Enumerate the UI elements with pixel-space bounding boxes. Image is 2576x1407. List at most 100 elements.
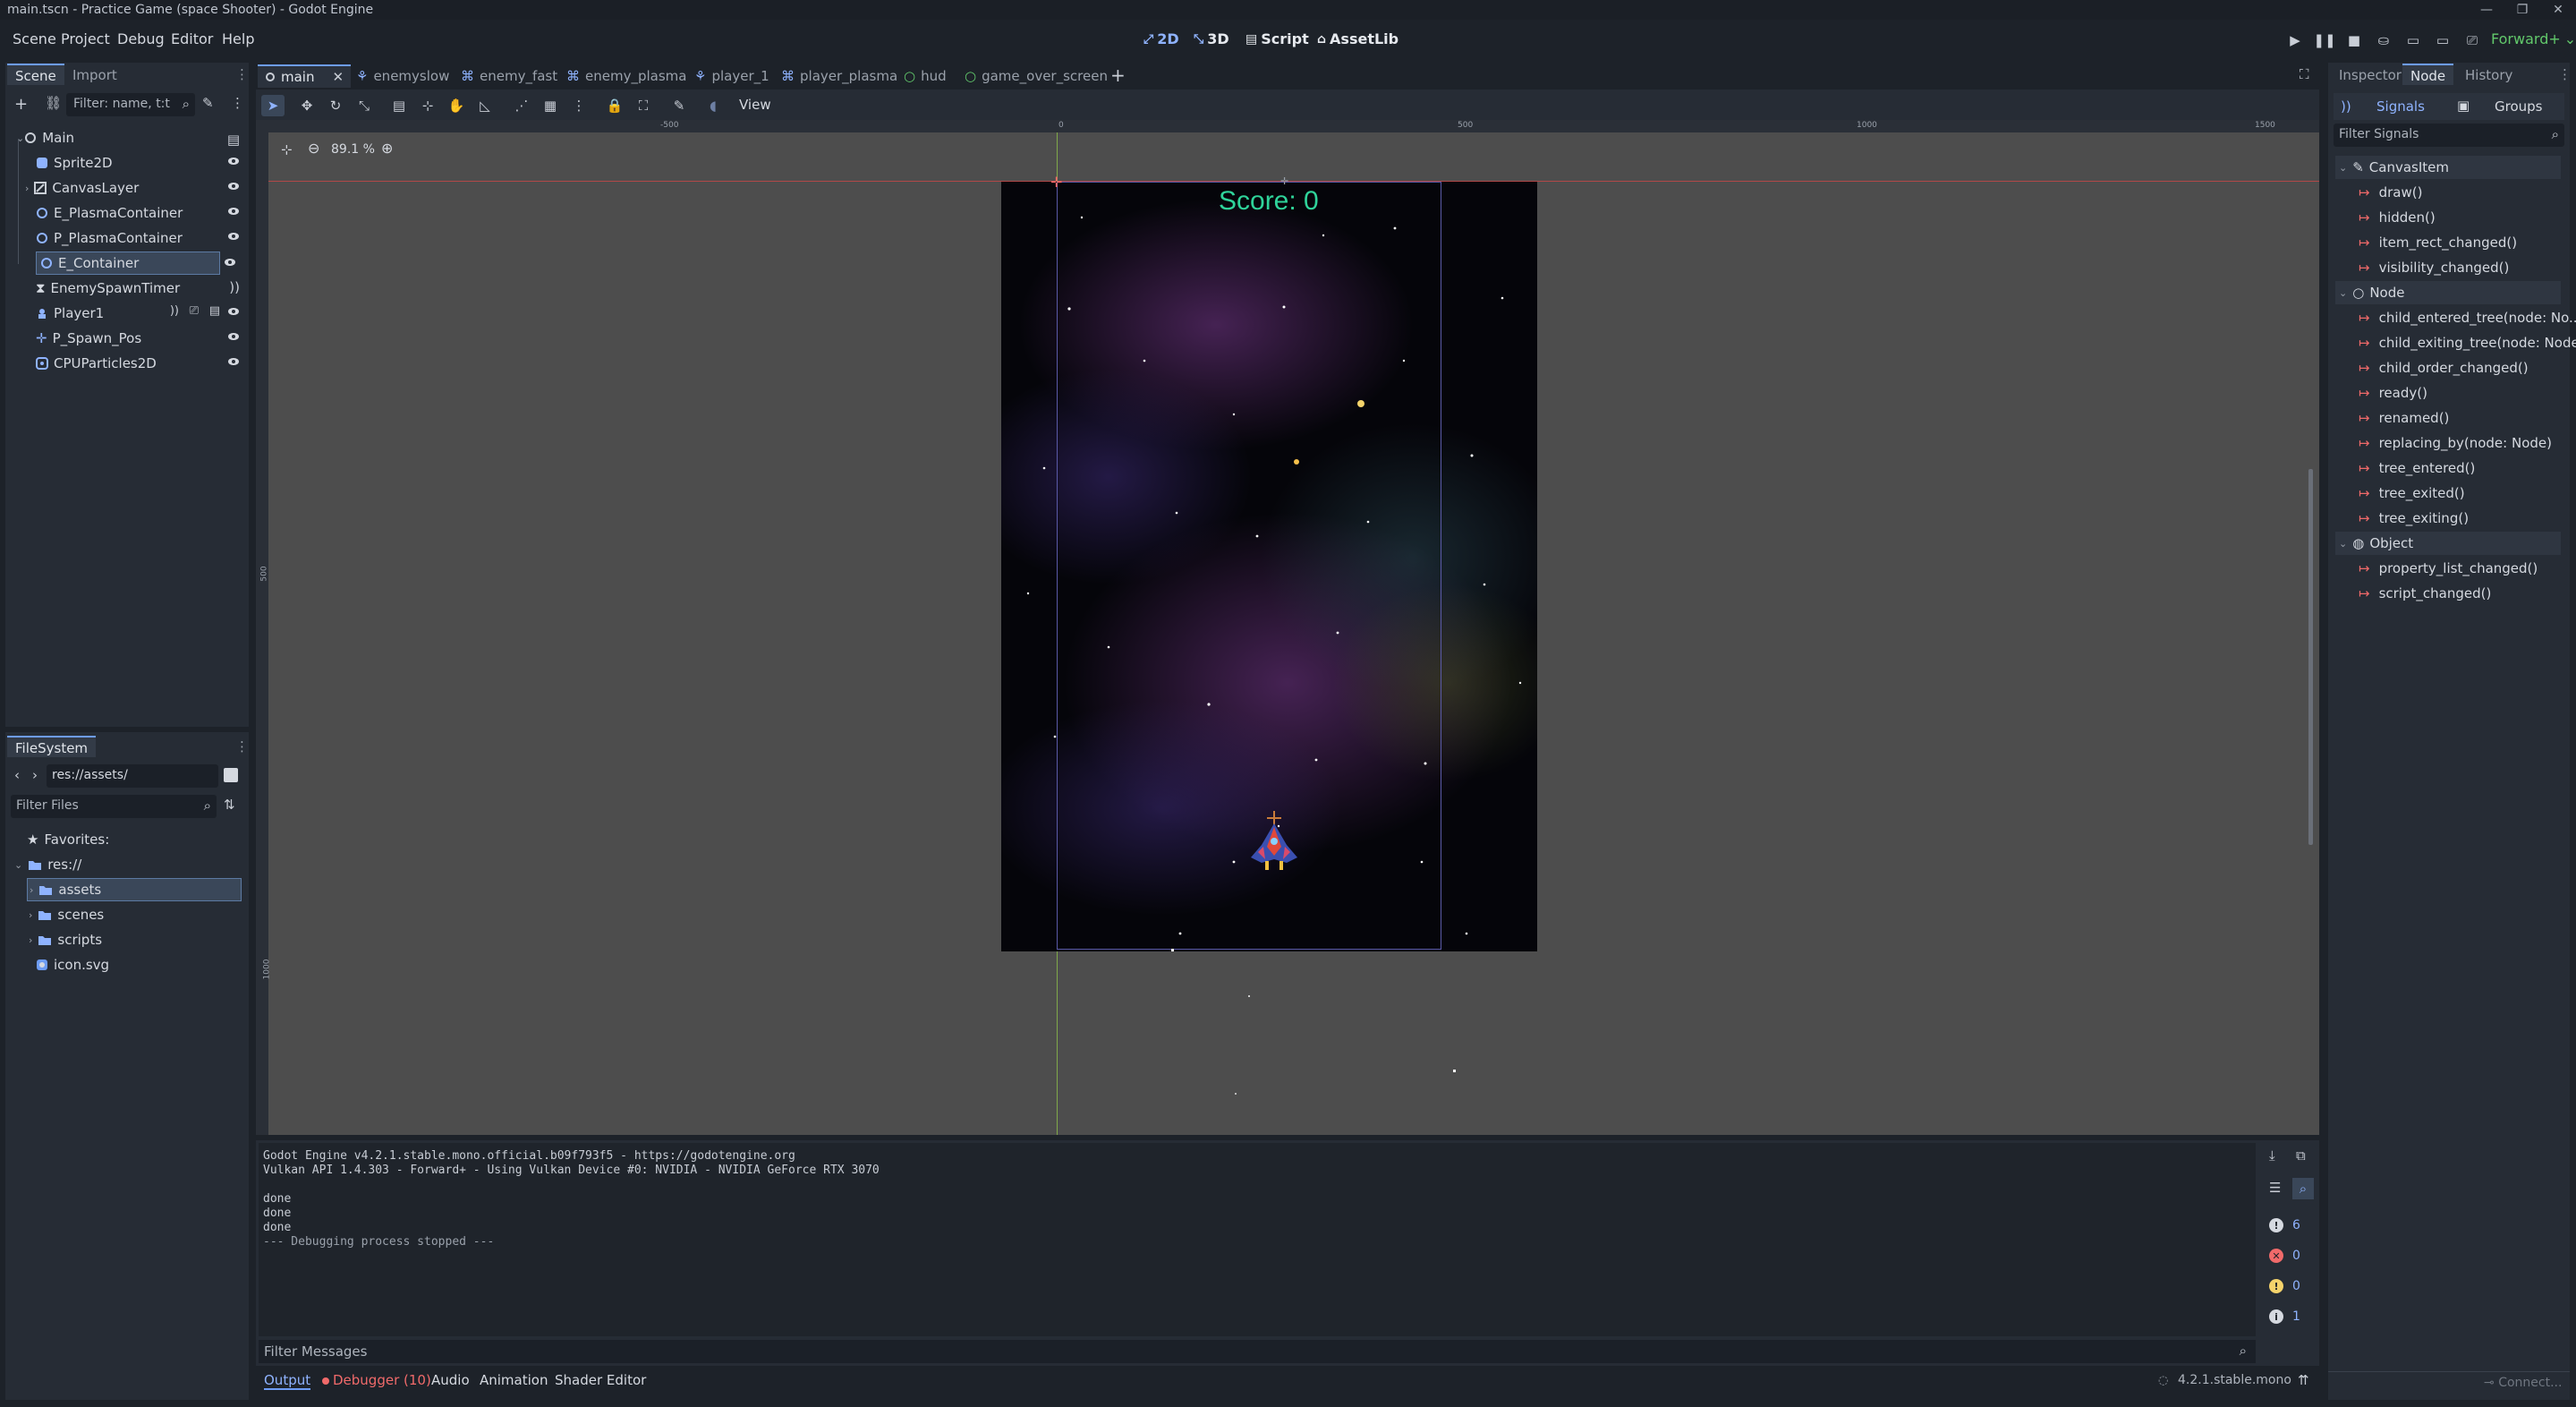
grid-snap-icon[interactable]: ▦ xyxy=(539,95,562,116)
play-custom-scene-icon[interactable]: ▭ xyxy=(2429,29,2456,52)
viewport-scrollbar[interactable] xyxy=(2308,469,2313,845)
remote-debug-icon[interactable]: ⛀ xyxy=(2370,29,2397,52)
tree-node-player1[interactable]: Player1 )) ⎚ ▤ xyxy=(36,302,245,325)
visibility-eye-icon[interactable] xyxy=(227,307,240,316)
zoom-level[interactable]: 89.1 % xyxy=(331,142,375,157)
workspace-2d-button[interactable]: ⤢ 2D xyxy=(1143,30,1179,47)
dock-menu-icon[interactable]: ⋮ xyxy=(235,738,249,755)
workspace-assetlib-button[interactable]: ⌂ AssetLib xyxy=(1317,30,1399,47)
visibility-eye-icon[interactable] xyxy=(227,182,240,191)
expand-panel-icon[interactable]: ⇈ xyxy=(2298,1372,2309,1388)
tab-inspector[interactable]: Inspector xyxy=(2331,64,2410,86)
workspace-3d-button[interactable]: ⤡ 3D xyxy=(1194,30,1229,47)
dock-menu-icon[interactable]: ⋮ xyxy=(235,66,249,82)
tree-node-sprite2d[interactable]: Sprite2D xyxy=(36,151,245,175)
tab-signals[interactable]: Signals xyxy=(2376,98,2425,115)
tree-node-canvaslayer[interactable]: › CanvasLayer xyxy=(25,176,245,200)
signal-item[interactable]: ↦ hidden() xyxy=(2359,206,2576,229)
tab-filesystem[interactable]: FileSystem xyxy=(7,736,97,757)
tab-shader-editor[interactable]: Shader Editor xyxy=(555,1372,646,1388)
script-icon[interactable]: ▤ xyxy=(209,304,220,318)
center-view-icon[interactable]: ⊹ xyxy=(281,141,293,158)
distraction-free-icon[interactable]: ⛶ xyxy=(2300,66,2309,82)
play-icon[interactable]: ▶ xyxy=(2282,29,2308,52)
signal-item[interactable]: ↦ ready() xyxy=(2359,381,2576,405)
scene-tab-game-over-screen[interactable]: ○ game_over_screen xyxy=(965,64,1108,88)
collapse-arrow-icon[interactable]: ⌄ xyxy=(2339,287,2347,299)
tree-node-main[interactable]: ⌄ Main ▤ xyxy=(11,126,245,149)
menu-project[interactable]: Project xyxy=(61,30,110,47)
collapse-arrow-icon[interactable]: ⌄ xyxy=(14,859,22,871)
list-select-icon[interactable]: ▤ xyxy=(387,95,411,116)
scene-more-icon[interactable]: ⋮ xyxy=(231,95,244,111)
signal-item[interactable]: ↦ child_order_changed() xyxy=(2359,356,2576,379)
canvas-viewport[interactable]: -500 0 500 1000 1500 500 1000 ⊹ ⊖ 89.1 %… xyxy=(256,120,2319,1135)
signal-item[interactable]: ↦ script_changed() xyxy=(2359,582,2576,605)
tree-node-e-container[interactable]: E_Container xyxy=(36,252,220,275)
folder-scripts[interactable]: › scripts xyxy=(27,928,242,951)
renderer-select[interactable]: Forward+ ⌄ xyxy=(2491,30,2576,47)
forward-icon[interactable]: › xyxy=(32,767,38,783)
movie-maker-icon[interactable]: ⎚ xyxy=(2459,29,2486,52)
scale-tool-icon[interactable]: ⤡ xyxy=(353,95,376,116)
lock-icon[interactable]: 🔒 xyxy=(603,95,626,116)
signal-group-object[interactable]: ⌄ ◍ Object xyxy=(2335,532,2561,555)
play-scene-icon[interactable]: ▭ xyxy=(2400,29,2427,52)
signal-item[interactable]: ↦ tree_entered() xyxy=(2359,456,2576,480)
scene-tab-player-1[interactable]: ⚘ player_1 xyxy=(694,64,769,88)
collapse-icon[interactable]: ☰ xyxy=(2269,1180,2281,1196)
snap-options-icon[interactable]: ⋮ xyxy=(567,95,591,116)
signal-item[interactable]: ↦ tree_exited() xyxy=(2359,482,2576,505)
filter-signals-input[interactable]: Filter Signals ⌕ xyxy=(2334,124,2564,147)
tab-output[interactable]: Output xyxy=(264,1372,311,1390)
scene-tab-hud[interactable]: ○ hud xyxy=(904,64,947,88)
visibility-eye-icon[interactable] xyxy=(227,332,240,341)
filter-messages-input[interactable]: Filter Messages ⌕ xyxy=(259,1340,2256,1363)
tree-node-p-spawn-pos[interactable]: ✛ P_Spawn_Pos xyxy=(36,327,245,350)
sort-icon[interactable]: ⇅ xyxy=(224,797,235,813)
script-icon[interactable]: ▤ xyxy=(227,132,240,148)
tab-history[interactable]: History xyxy=(2457,64,2521,86)
menu-scene[interactable]: Scene xyxy=(13,30,56,47)
view-menu[interactable]: View xyxy=(739,97,771,113)
origin-gizmo-icon[interactable]: ✛ xyxy=(1050,174,1062,191)
menu-help[interactable]: Help xyxy=(222,30,254,47)
workspace-script-button[interactable]: ▤ Script xyxy=(1245,30,1309,47)
back-icon[interactable]: ‹ xyxy=(14,767,20,783)
zoom-in-icon[interactable]: ⊕ xyxy=(381,140,393,157)
expand-arrow-icon[interactable]: › xyxy=(30,884,33,896)
errors-toggle[interactable]: ✕ 0 xyxy=(2262,1244,2314,1267)
open-scene-icon[interactable]: ⎚ xyxy=(190,304,199,318)
folder-scenes[interactable]: › scenes xyxy=(27,903,242,926)
signal-item[interactable]: ↦ draw() xyxy=(2359,181,2576,204)
instance-scene-icon[interactable]: ⛓ xyxy=(45,95,62,111)
minimize-icon[interactable]: — xyxy=(2469,0,2504,20)
close-window-icon[interactable]: ✕ xyxy=(2540,0,2576,20)
stop-icon[interactable]: ■ xyxy=(2341,29,2368,52)
expand-arrow-icon[interactable]: › xyxy=(29,909,32,921)
file-icon-svg[interactable]: icon.svg xyxy=(36,953,242,976)
tab-scene[interactable]: Scene xyxy=(7,64,64,85)
tree-node-cpuparticles2d[interactable]: CPUParticles2D xyxy=(36,352,245,375)
scene-tab-enemyslow[interactable]: ⚘ enemyslow xyxy=(356,64,449,88)
signal-item[interactable]: ↦ child_entered_tree(node: No... xyxy=(2359,306,2576,329)
messages-toggle[interactable]: ! 6 xyxy=(2262,1214,2314,1237)
rotate-tool-icon[interactable]: ↻ xyxy=(324,95,347,116)
filter-files-input[interactable]: Filter Files ⌕ xyxy=(11,795,217,818)
visibility-eye-icon[interactable] xyxy=(227,357,240,366)
signal-group-node[interactable]: ⌄ ○ Node xyxy=(2335,281,2561,304)
select-tool-icon[interactable]: ➤ xyxy=(261,95,285,116)
tab-debugger[interactable]: Debugger (10) xyxy=(333,1372,431,1388)
tab-animation[interactable]: Animation xyxy=(480,1372,548,1388)
scene-tab-enemy-plasma[interactable]: ⌘ enemy_plasma xyxy=(566,64,686,88)
expand-arrow-icon[interactable]: › xyxy=(25,183,29,194)
attach-script-icon[interactable]: ✎ xyxy=(202,95,214,111)
search-toggle-icon[interactable]: ⌕ xyxy=(2292,1178,2314,1199)
pause-icon[interactable]: ❚❚ xyxy=(2311,29,2338,52)
dock-menu-icon[interactable]: ⋮ xyxy=(2558,66,2572,82)
folder-assets[interactable]: › assets xyxy=(27,878,242,901)
clear-output-icon[interactable]: ⤓ xyxy=(2269,1147,2275,1164)
tree-node-p-plasmacontainer[interactable]: P_PlasmaContainer xyxy=(36,226,245,250)
signal-item[interactable]: ↦ tree_exiting() xyxy=(2359,507,2576,530)
visibility-eye-icon[interactable] xyxy=(227,232,240,241)
